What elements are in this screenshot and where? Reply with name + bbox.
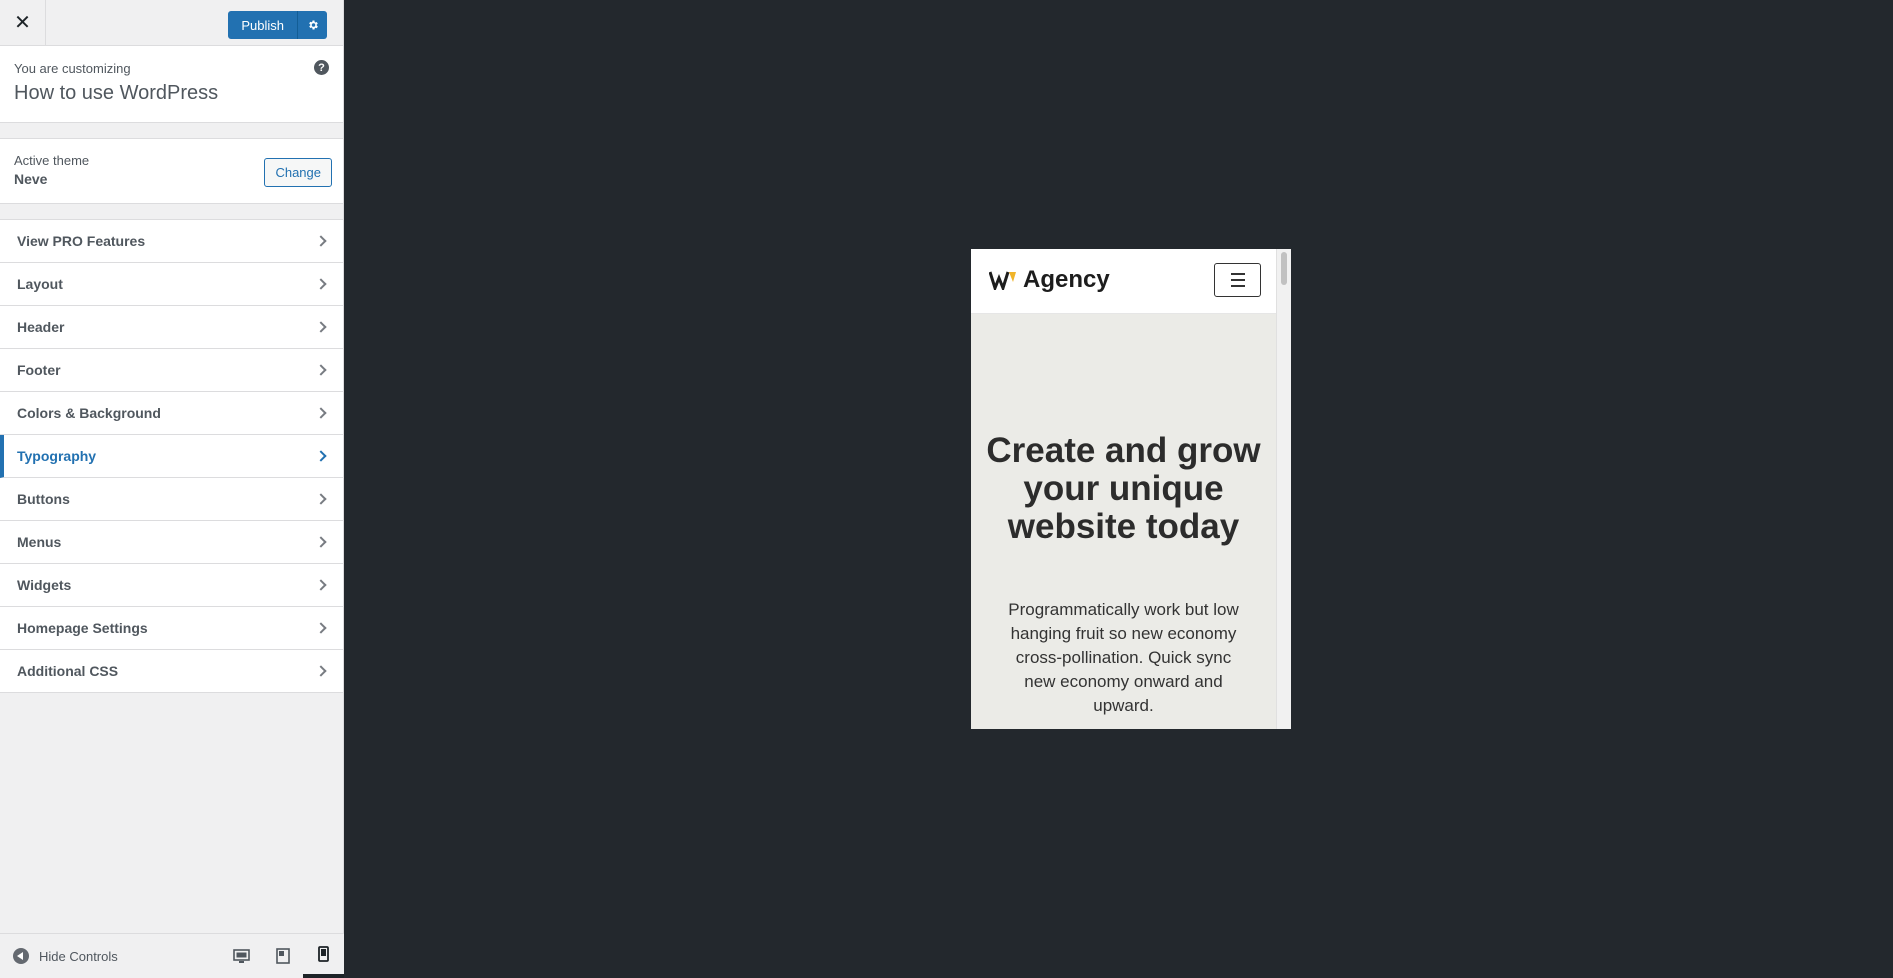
mobile-preview-button[interactable]	[303, 934, 344, 978]
gear-icon	[308, 20, 318, 30]
menu-item-label: Header	[17, 319, 65, 335]
close-icon[interactable]: ✕	[0, 0, 46, 45]
customizer-footer: Hide Controls	[0, 933, 344, 978]
menu-item-colors-background[interactable]: Colors & Background	[0, 392, 343, 435]
menu-item-footer[interactable]: Footer	[0, 349, 343, 392]
publish-settings-button[interactable]	[297, 11, 327, 39]
hide-controls-label: Hide Controls	[39, 948, 118, 964]
scrollbar-thumb[interactable]	[1281, 252, 1287, 285]
menu-item-label: Widgets	[17, 577, 72, 593]
menu-item-widgets[interactable]: Widgets	[0, 564, 343, 607]
desktop-preview-button[interactable]	[221, 934, 262, 978]
menu-item-label: Menus	[17, 534, 62, 550]
active-theme-panel: Active theme Neve Change	[0, 138, 343, 204]
menu-item-label: Layout	[17, 276, 63, 292]
chevron-right-icon	[315, 622, 327, 634]
tablet-preview-button[interactable]	[262, 934, 303, 978]
chevron-right-icon	[315, 278, 327, 290]
chevron-right-icon	[315, 493, 327, 505]
chevron-right-icon	[315, 235, 327, 247]
menu-item-typography[interactable]: Typography	[0, 435, 343, 478]
menu-item-view-pro-features[interactable]: View PRO Features	[0, 220, 343, 263]
chevron-right-icon	[315, 665, 327, 677]
help-icon[interactable]: ?	[314, 60, 329, 75]
menu-item-buttons[interactable]: Buttons	[0, 478, 343, 521]
collapse-icon	[13, 948, 29, 964]
mobile-icon	[318, 946, 329, 962]
menu-item-homepage-settings[interactable]: Homepage Settings	[0, 607, 343, 650]
preview-scrollbar[interactable]	[1276, 249, 1291, 729]
publish-group: Publish	[228, 11, 327, 39]
hero-title: Create and grow your unique website toda…	[986, 431, 1261, 546]
customize-info: You are customizing How to use WordPress…	[0, 46, 343, 123]
menu-item-label: View PRO Features	[17, 233, 146, 249]
menu-item-additional-css[interactable]: Additional CSS	[0, 650, 343, 693]
chevron-right-icon	[315, 536, 327, 548]
device-switcher	[221, 934, 344, 978]
logo-text: Agency	[1023, 266, 1110, 293]
hide-controls-button[interactable]: Hide Controls	[0, 948, 118, 964]
chevron-right-icon	[315, 321, 327, 333]
site-preview-frame[interactable]: Agency Create and grow your unique websi…	[971, 249, 1291, 729]
menu-item-label: Buttons	[17, 491, 70, 507]
menu-item-label: Homepage Settings	[17, 620, 148, 636]
menu-item-label: Colors & Background	[17, 405, 161, 421]
preview-hero: Create and grow your unique website toda…	[971, 314, 1276, 729]
menu-item-label: Typography	[17, 448, 97, 464]
customizer-sidebar: ✕ Publish You are customizing How to use…	[0, 0, 344, 978]
menu-item-layout[interactable]: Layout	[0, 263, 343, 306]
logo-mark-icon	[989, 270, 1017, 290]
site-logo[interactable]: Agency	[989, 266, 1110, 294]
chevron-right-icon	[315, 364, 327, 376]
customizer-menu: View PRO Features Layout Header Footer C…	[0, 219, 343, 693]
customizing-label: You are customizing	[14, 61, 131, 76]
site-title: How to use WordPress	[14, 82, 219, 104]
chevron-right-icon	[315, 579, 327, 591]
desktop-icon	[233, 948, 250, 963]
preview-site-header: Agency	[971, 249, 1291, 314]
menu-item-label: Footer	[17, 362, 61, 378]
publish-button[interactable]: Publish	[228, 11, 297, 39]
tablet-icon	[275, 948, 290, 964]
chevron-right-icon	[315, 450, 327, 462]
hamburger-menu-icon[interactable]	[1214, 263, 1261, 297]
menu-item-header[interactable]: Header	[0, 306, 343, 349]
chevron-right-icon	[315, 407, 327, 419]
change-theme-button[interactable]: Change	[264, 158, 332, 187]
menu-item-label: Additional CSS	[17, 663, 119, 679]
menu-item-menus[interactable]: Menus	[0, 521, 343, 564]
customizer-header: ✕ Publish	[0, 0, 343, 46]
hero-text: Programmatically work but low hanging fr…	[1008, 600, 1239, 715]
